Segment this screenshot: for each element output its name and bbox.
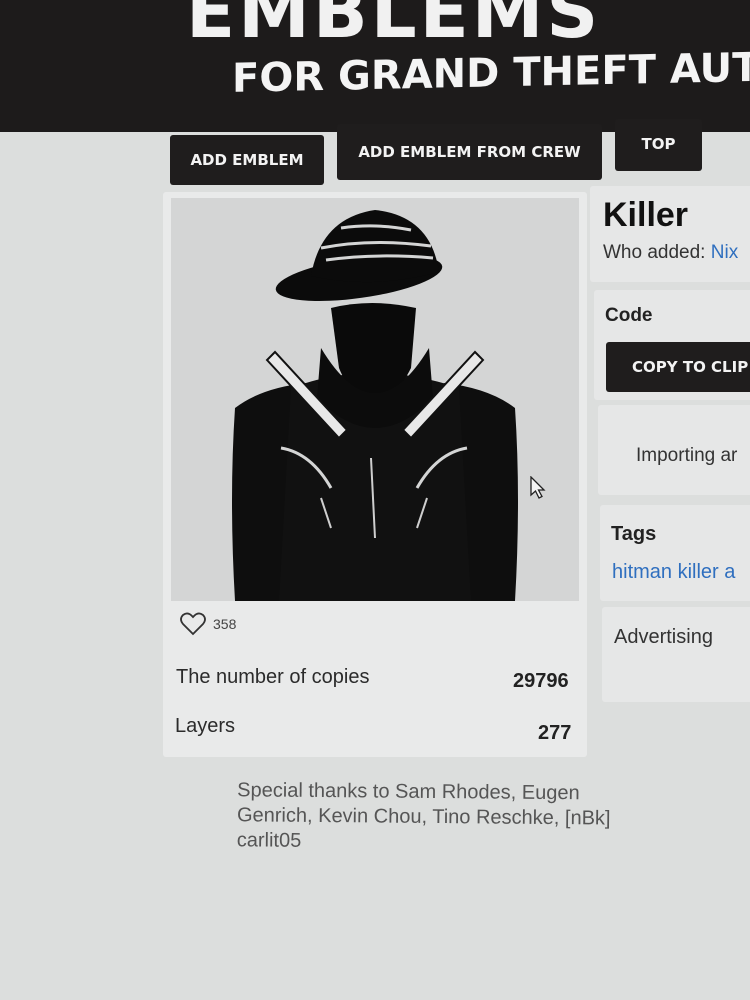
- add-emblem-from-crew-button[interactable]: ADD EMBLEM FROM CREW: [337, 124, 602, 180]
- who-added: Who added: Nix: [603, 242, 738, 264]
- layers-label: Layers: [175, 715, 236, 737]
- layers-value: 277: [538, 722, 572, 744]
- special-thanks-text: Special thanks to Sam Rhodes, Eugen Genr…: [236, 779, 611, 852]
- copies-value: 29796: [513, 670, 569, 692]
- like-count: 358: [213, 616, 237, 632]
- emblem-name: Killer: [603, 196, 689, 234]
- add-emblem-button[interactable]: ADD EMBLEM: [170, 135, 324, 185]
- top-button[interactable]: TOP: [615, 119, 702, 171]
- tags-links[interactable]: hitman killer a: [612, 561, 735, 584]
- like-control[interactable]: 358: [180, 612, 236, 636]
- advertising-label: Advertising: [614, 626, 713, 648]
- emblem-image[interactable]: [171, 198, 579, 601]
- who-added-label: Who added:: [603, 242, 706, 263]
- importing-text: Importing ar: [636, 445, 738, 466]
- copies-label: The number of copies: [176, 666, 370, 688]
- who-added-link[interactable]: Nix: [711, 242, 738, 263]
- tags-panel: [600, 505, 750, 601]
- heart-outline-icon[interactable]: [180, 612, 206, 636]
- emblem-hitman-graphic: [232, 210, 518, 601]
- advertising-panel: [602, 607, 750, 702]
- site-title[interactable]: EMBLEMS: [186, 0, 601, 54]
- site-header: EMBLEMS FOR GRAND THEFT AUTO: [0, 0, 750, 132]
- code-label: Code: [605, 305, 653, 326]
- tags-label: Tags: [611, 523, 657, 545]
- mouse-pointer-icon: [530, 476, 546, 499]
- copy-to-clipboard-button[interactable]: COPY TO CLIP: [606, 342, 750, 392]
